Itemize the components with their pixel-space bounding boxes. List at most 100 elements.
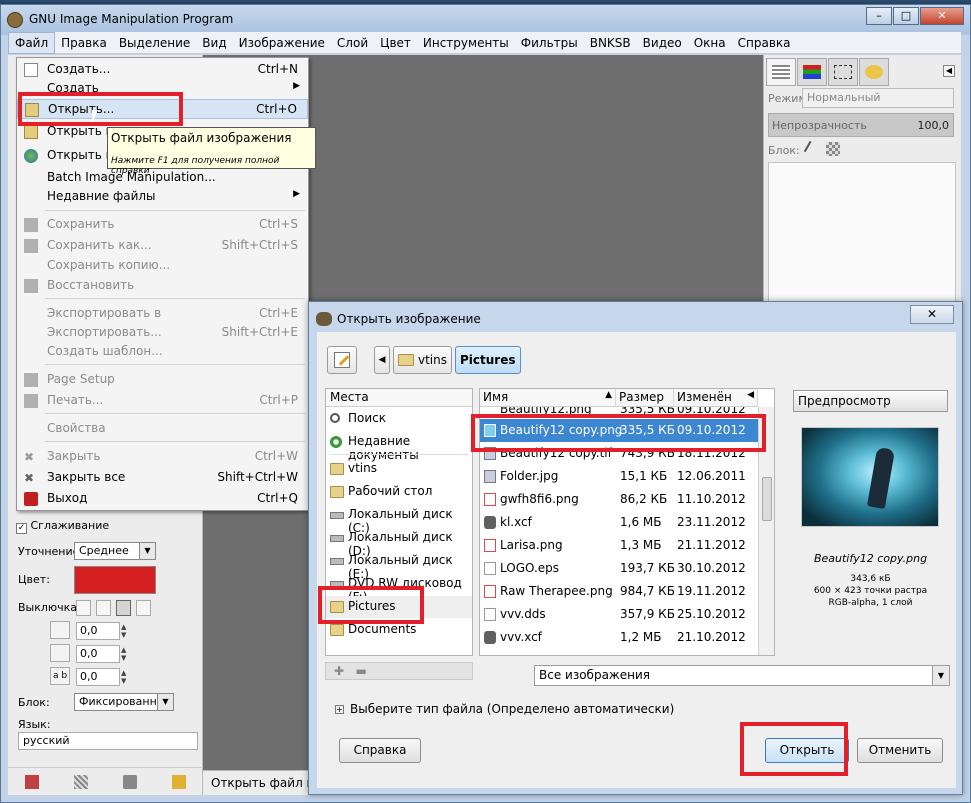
edit-location-icon: [334, 352, 350, 368]
menu-item-page-setup[interactable]: Page Setup: [17, 370, 308, 390]
dialog-close-button[interactable]: ✕: [910, 305, 954, 324]
justify-fill-button[interactable]: [136, 600, 151, 616]
folder-icon: [330, 463, 344, 475]
cancel-button[interactable]: Отменить: [857, 738, 943, 763]
file-type-filter-select[interactable]: Все изображения ▼: [534, 665, 950, 686]
drive-icon: [330, 512, 344, 519]
tab-undo[interactable]: [859, 58, 889, 86]
menu-help[interactable]: Справка: [732, 32, 797, 54]
image-file-icon: [484, 493, 496, 506]
indent-input[interactable]: 0,0 ▲ ▼: [76, 622, 126, 640]
file-row[interactable]: Raw Therapee.png 984,7 КБ 19.11.2012: [480, 580, 758, 603]
minimize-button[interactable]: –: [866, 7, 892, 25]
file-row[interactable]: Folder.jpg 15,1 КБ 12.06.2011: [480, 465, 758, 488]
column-size[interactable]: Размер: [616, 389, 674, 407]
file-row[interactable]: vvv.dds 357,9 КБ 25.10.2012: [480, 603, 758, 626]
type-location-button[interactable]: [327, 346, 357, 374]
alpha-lock-icon[interactable]: [826, 142, 840, 156]
close-button[interactable]: ✕: [920, 7, 964, 25]
menu-item-properties[interactable]: Свойства: [17, 419, 308, 439]
scrollbar-thumb[interactable]: [762, 477, 772, 521]
menu-item-print[interactable]: Печать... Ctrl+P: [17, 391, 308, 411]
justify-right-button[interactable]: [96, 600, 111, 616]
tab-layers[interactable]: [766, 58, 796, 86]
remove-bookmark-button[interactable]: ▬: [356, 664, 367, 678]
menu-view[interactable]: Вид: [196, 32, 232, 54]
places-header: Места: [326, 389, 472, 407]
menu-select[interactable]: Выделение: [113, 32, 196, 54]
justify-center-button[interactable]: [116, 600, 131, 616]
menu-item-close-all[interactable]: ✖ Закрыть все Shift+Ctrl+W: [17, 468, 308, 488]
menu-item-export[interactable]: Экспортировать... Shift+Ctrl+E: [17, 323, 308, 343]
menu-colors[interactable]: Цвет: [374, 32, 417, 54]
menu-item-close[interactable]: ✖ Закрыть Ctrl+W: [17, 447, 308, 467]
place-recent[interactable]: Недавние документы: [326, 431, 472, 462]
menu-layer[interactable]: Слой: [331, 32, 374, 54]
lock-label: Блок:: [768, 144, 800, 157]
antialias-checkbox[interactable]: ✓: [16, 523, 27, 534]
justify-left-button[interactable]: [76, 600, 91, 616]
language-input[interactable]: русский: [18, 732, 198, 750]
help-button[interactable]: Справка: [339, 738, 421, 763]
dock-menu-button[interactable]: ◀: [943, 65, 955, 77]
menu-item-save[interactable]: Сохранить Ctrl+S: [17, 215, 308, 235]
place-search[interactable]: Поиск: [326, 408, 472, 430]
menu-item-revert[interactable]: Восстановить: [17, 276, 308, 296]
reset-options-icon[interactable]: [171, 774, 186, 789]
preview-thumbnail[interactable]: [801, 427, 939, 527]
place-home[interactable]: vtins: [326, 458, 472, 480]
file-row[interactable]: Larisa.png 1,3 МБ 21.11.2012: [480, 534, 758, 557]
menu-item-new[interactable]: Создать... Ctrl+N: [17, 60, 308, 80]
path-segment-vtins[interactable]: vtins: [393, 346, 452, 374]
opacity-value: 100,0: [917, 119, 950, 132]
menu-video[interactable]: Видео: [637, 32, 688, 54]
path-back-button[interactable]: ◀: [374, 346, 390, 374]
column-name[interactable]: Имя ▲: [480, 389, 616, 407]
hinting-select[interactable]: Среднее ▼: [74, 542, 156, 560]
opacity-slider[interactable]: Непрозрачность 100,0: [768, 113, 954, 137]
search-icon: [330, 413, 340, 423]
column-modified[interactable]: Изменён ◀: [674, 389, 758, 407]
antialias-option[interactable]: ✓ Сглаживание: [16, 519, 109, 534]
menu-bnksb[interactable]: BNKSB: [584, 32, 637, 54]
menu-item-save-as[interactable]: Сохранить как... Shift+Ctrl+S: [17, 236, 308, 256]
tab-channels[interactable]: [797, 58, 827, 86]
menu-tools[interactable]: Инструменты: [417, 32, 515, 54]
color-swatch-button[interactable]: [74, 566, 156, 594]
drive-icon: [330, 535, 344, 542]
annotation-highlight-open-menu: [18, 92, 183, 126]
save-icon: [24, 218, 38, 232]
brush-lock-icon[interactable]: [803, 140, 821, 158]
menu-item-save-copy[interactable]: Сохранить копию...: [17, 256, 308, 276]
file-row[interactable]: gwfh8fi6.png 86,2 КБ 11.10.2012: [480, 488, 758, 511]
maximize-button[interactable]: □: [893, 7, 919, 25]
menu-item-export-to[interactable]: Экспортировать в Ctrl+E: [17, 304, 308, 324]
restore-options-icon[interactable]: [74, 774, 89, 789]
delete-options-icon[interactable]: [122, 774, 137, 789]
menu-file[interactable]: Файл: [8, 31, 56, 54]
file-row[interactable]: LOGO.eps 193,7 КБ 30.10.2012: [480, 557, 758, 580]
path-segment-pictures[interactable]: Pictures: [455, 346, 521, 374]
menu-filters[interactable]: Фильтры: [515, 32, 584, 54]
file-row[interactable]: kl.xcf 1,6 МБ 23.11.2012: [480, 511, 758, 534]
place-drive-d[interactable]: Локальный диск (D:): [326, 527, 472, 558]
box-select[interactable]: Фиксированный ▼: [74, 693, 174, 711]
menu-edit[interactable]: Правка: [55, 32, 113, 54]
mode-select[interactable]: Нормальный: [802, 88, 954, 108]
menu-item-recent[interactable]: Недавние файлы ▶: [17, 187, 308, 207]
tab-paths[interactable]: [828, 58, 858, 86]
save-options-icon[interactable]: [25, 774, 40, 789]
menu-item-create-template[interactable]: Создать шаблон...: [17, 342, 308, 362]
add-bookmark-button[interactable]: ✚: [334, 664, 344, 678]
place-drive-e[interactable]: Локальный диск (E:): [326, 550, 472, 581]
menu-item-quit[interactable]: Выход Ctrl+Q: [17, 489, 308, 509]
preview-toggle-button[interactable]: Предпросмотр: [793, 390, 948, 412]
place-drive-c[interactable]: Локальный диск (C:): [326, 504, 472, 535]
file-type-expander[interactable]: + Выберите тип файла (Определено автомати…: [335, 702, 674, 716]
place-desktop[interactable]: Рабочий стол: [326, 481, 472, 503]
file-row[interactable]: vvv.xcf 1,2 МБ 21.10.2012: [480, 626, 758, 649]
line-spacing-input[interactable]: 0,0 ▲ ▼: [76, 645, 126, 663]
menu-image[interactable]: Изображение: [233, 32, 331, 54]
menu-windows[interactable]: Окна: [688, 32, 732, 54]
letter-spacing-input[interactable]: 0,0 ▲ ▼: [76, 668, 126, 686]
